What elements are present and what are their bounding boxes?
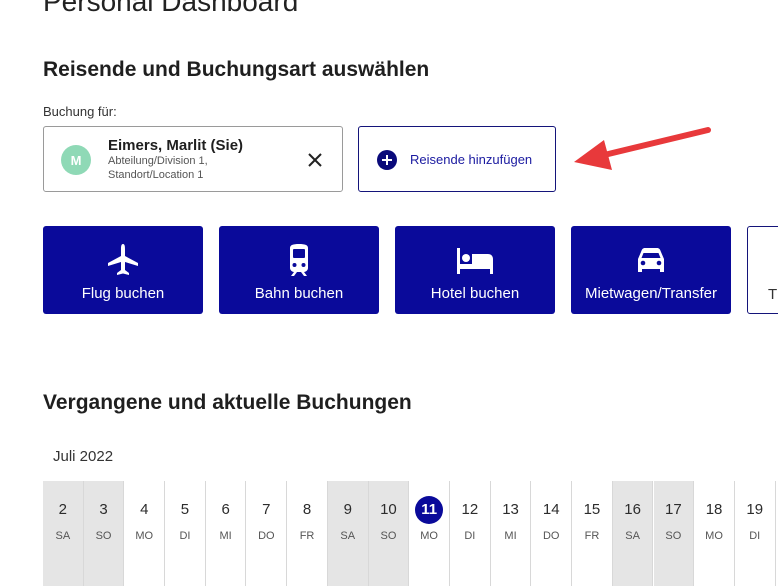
calendar-month-label: Juli 2022 [53,448,114,465]
book-car-tile[interactable]: Mietwagen/Transfer [571,226,731,314]
bed-icon [457,248,493,274]
calendar-day-number: 10 [380,501,397,518]
book-hotel-label: Hotel buchen [430,285,520,302]
calendar-day[interactable]: 13 MI [491,481,532,586]
calendar-day[interactable]: 15 FR [572,481,613,586]
calendar-day-number: 2 [58,501,68,518]
calendar-day-weekday: SA [55,530,71,542]
calendar-day[interactable]: 18 MO [694,481,735,586]
calendar-day-number: 7 [262,501,271,518]
calendar-day-number: 16 [624,501,641,518]
calendar-day-weekday: MI [219,530,232,542]
calendar-day-number: 12 [461,501,479,518]
book-car-label: Mietwagen/Transfer [585,285,717,302]
calendar-day-weekday: SO [380,530,397,542]
calendar-day[interactable]: 8 FR [287,481,328,586]
calendar-day[interactable]: 9 SA [327,481,369,586]
calendar-day-weekday: FR [299,530,315,542]
calendar-day-number: 13 [502,501,519,518]
calendar-day-number: 5 [180,501,190,518]
calendar-day[interactable]: 17 SO [653,481,695,586]
calendar-day-weekday: MO [420,530,438,542]
calendar-day-number: 6 [221,501,230,518]
book-flight-label: Flug buchen [81,285,165,302]
calendar-day-weekday: DI [749,530,761,542]
traveler-location: Standort/Location 1 [108,169,204,181]
calendar-day[interactable]: 10 SO [368,481,410,586]
calendar-day-number: 3 [99,501,108,518]
booking-type-partial-label: T [768,286,778,303]
calendar-day-number: 14 [542,501,560,518]
booking-for-label: Buchung für: [43,104,117,119]
calendar-day-weekday: FR [584,530,600,542]
calendar-day-weekday: DI [179,530,191,542]
calendar-day-weekday: MO [705,530,723,542]
section-title-bookings: Vergangene und aktuelle Buchungen [43,391,412,414]
calendar-day[interactable]: 19 DI [735,481,776,586]
book-flight-tile[interactable]: Flug buchen [43,226,203,314]
calendar-day[interactable]: 16 SA [612,481,654,586]
plus-circle-icon [377,150,397,170]
train-icon [290,244,308,276]
calendar-day[interactable]: 12 DI [450,481,491,586]
calendar-strip: 2 SA 3 SO 4 MO 5 DI 6 MI 7 DO 8 FR 9 SA 10 SO 11 MO 12 DI 13 MI… [43,481,778,586]
book-train-tile[interactable]: Bahn buchen [219,226,379,314]
calendar-day-number: 17 [665,501,682,518]
calendar-day-weekday: SA [625,530,640,542]
calendar-day-weekday: DI [464,530,476,542]
calendar-day-number: 9 [343,501,352,518]
close-icon [308,153,322,167]
calendar-day-weekday: MO [135,530,154,542]
calendar-day[interactable]: 6 MI [206,481,247,586]
today-marker: 11 [415,496,444,524]
calendar-day-number: 8 [302,501,312,518]
page-title: Personal Dashboard [43,0,299,17]
calendar-day[interactable]: 5 DI [165,481,206,586]
calendar-day-weekday: DO [542,530,560,542]
calendar-day-weekday: SA [340,530,356,542]
calendar-day[interactable]: 14 DO [531,481,573,586]
calendar-day[interactable]: 7 DO [247,481,288,586]
calendar-day[interactable]: 4 MO [124,481,166,586]
avatar: M [61,145,91,175]
book-train-label: Bahn buchen [254,285,344,302]
calendar-day-number: 4 [140,501,149,518]
traveler-department: Abteilung/Division 1, [108,155,208,167]
calendar-day-number: 15 [583,501,601,518]
add-traveler-label: Reisende hinzufügen [410,152,533,167]
add-traveler-button[interactable]: Reisende hinzufügen [358,126,556,192]
airplane-icon [108,244,138,275]
calendar-day-weekday: MI [504,530,517,542]
calendar-day-number: 18 [705,501,723,518]
calendar-day[interactable]: 2 SA [43,481,84,586]
calendar-day[interactable]: 3 SO [83,481,125,586]
calendar-day-number: 19 [746,501,764,518]
calendar-day-weekday: SO [665,530,682,542]
car-icon [638,248,664,272]
calendar-day[interactable]: 11 MO [409,481,450,586]
calendar-day-weekday: SO [95,530,112,542]
booking-type-tile-partial[interactable]: T [747,226,778,314]
traveler-chip: M Eimers, Marlit (Sie) Abteilung/Divisio… [43,126,343,192]
remove-traveler-button[interactable] [304,149,326,171]
book-hotel-tile[interactable]: Hotel buchen [395,226,555,314]
calendar-day-number: 11 [409,496,449,524]
calendar-day-weekday: DO [258,530,275,542]
traveler-name: Eimers, Marlit (Sie) [108,137,244,154]
annotation-arrow-icon [574,127,711,170]
section-title-travelers: Reisende und Buchungsart auswählen [43,58,430,81]
